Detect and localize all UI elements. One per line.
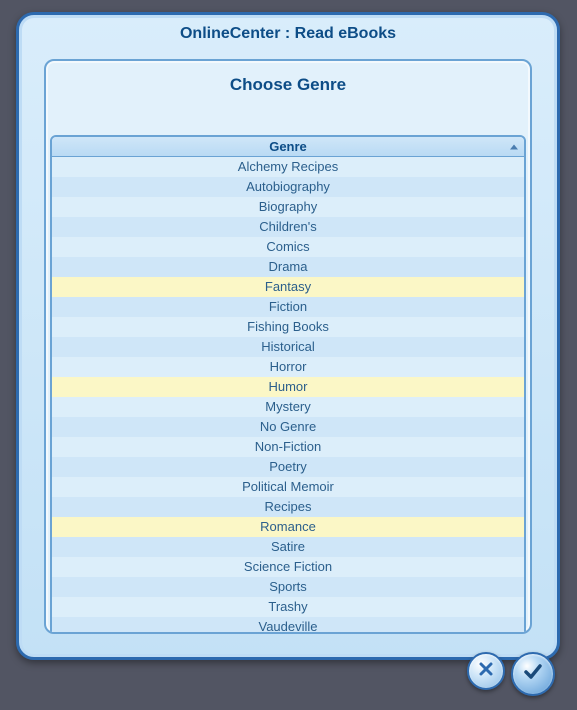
genre-list: Genre Alchemy RecipesAutobiographyBiogra…	[50, 135, 526, 634]
list-item[interactable]: Fiction	[52, 297, 524, 317]
list-item[interactable]: Biography	[52, 197, 524, 217]
list-item[interactable]: Historical	[52, 337, 524, 357]
inner-panel: Choose Genre Genre Alchemy RecipesAutobi…	[44, 59, 532, 634]
list-item[interactable]: Satire	[52, 537, 524, 557]
accept-button[interactable]	[511, 652, 555, 696]
close-icon	[478, 661, 494, 682]
list-item[interactable]: Fantasy	[52, 277, 524, 297]
list-item[interactable]: Non-Fiction	[52, 437, 524, 457]
list-item[interactable]: Horror	[52, 357, 524, 377]
dialog-buttons	[467, 652, 555, 696]
close-button[interactable]	[467, 652, 505, 690]
list-item[interactable]: Drama	[52, 257, 524, 277]
dialog-frame: OnlineCenter : Read eBooks Choose Genre …	[16, 12, 560, 660]
column-header-label: Genre	[269, 139, 307, 154]
list-item[interactable]: Autobiography	[52, 177, 524, 197]
list-item[interactable]: Fishing Books	[52, 317, 524, 337]
list-item[interactable]: Sports	[52, 577, 524, 597]
dialog-title: OnlineCenter : Read eBooks	[19, 15, 557, 51]
column-header-genre[interactable]: Genre	[52, 137, 524, 157]
list-item[interactable]: Humor	[52, 377, 524, 397]
list-item[interactable]: Mystery	[52, 397, 524, 417]
list-item[interactable]: Recipes	[52, 497, 524, 517]
list-item[interactable]: Alchemy Recipes	[52, 157, 524, 177]
list-item[interactable]: Poetry	[52, 457, 524, 477]
sort-ascending-icon	[510, 144, 518, 149]
list-item[interactable]: No Genre	[52, 417, 524, 437]
list-item[interactable]: Science Fiction	[52, 557, 524, 577]
list-item[interactable]: Children's	[52, 217, 524, 237]
check-icon	[522, 661, 544, 688]
list-item[interactable]: Political Memoir	[52, 477, 524, 497]
dialog-subtitle: Choose Genre	[46, 61, 530, 135]
list-item[interactable]: Romance	[52, 517, 524, 537]
list-body: Alchemy RecipesAutobiographyBiographyChi…	[52, 157, 524, 634]
list-item[interactable]: Vaudeville	[52, 617, 524, 634]
list-item[interactable]: Trashy	[52, 597, 524, 617]
list-item[interactable]: Comics	[52, 237, 524, 257]
